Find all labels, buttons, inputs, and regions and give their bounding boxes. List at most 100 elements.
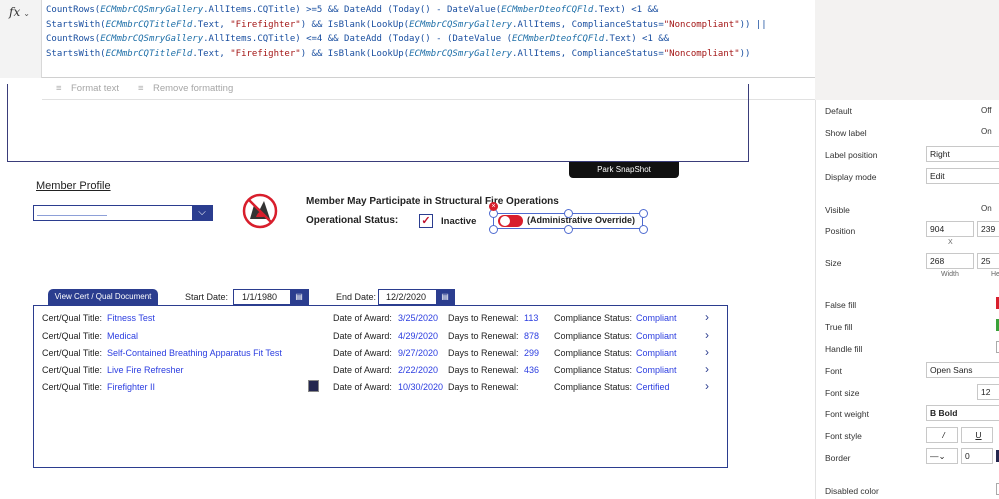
border-line-icon: —⌄ [930,451,946,461]
start-date-picker[interactable]: 1/1/1980 ▤ [233,289,309,305]
date-of-award-label: Date of Award: [333,313,392,323]
formula-token: )) [739,48,751,59]
fx-dropdown[interactable]: fx ⌄ [0,0,42,78]
cert-title-value: Fitness Test [107,313,155,323]
calendar-icon[interactable]: ▤ [290,290,308,304]
formula-token: ECMmbrCQSmryGallery [100,34,204,44]
inactive-label: Inactive [441,216,477,227]
font-weight-value: Bold [938,408,958,418]
inactive-checkbox[interactable]: ✓ [419,214,433,228]
formula-token: .AllItems.CQTitle) <=4 && DateAdd (Today… [203,34,512,44]
formula-token: "Noncompliant" [663,19,740,30]
days-to-renewal-value: 113 [524,313,539,323]
formula-token: "Noncompliant" [663,48,740,59]
toggle-knob [500,216,510,226]
formula-token: "Firefighter" [230,48,301,59]
resize-handle-br[interactable] [639,225,648,234]
font-size-input[interactable]: 12 [977,384,999,400]
formula-token: ECMmberDteofCQFld [512,34,605,44]
compliance-status-value: Certified [636,382,670,392]
x-caption: X [948,239,953,246]
calendar-icon[interactable]: ▤ [436,290,454,304]
chevron-down-icon: ⌄ [23,9,30,18]
cert-title-value: Firefighter II [107,382,156,392]
prop-label-position: Label position [825,150,878,160]
formula-token: .Text, [192,48,231,59]
chevron-right-icon[interactable]: › [705,310,709,324]
display-mode-select[interactable]: Edit [926,168,999,184]
prop-font-weight: Font weight [825,409,869,419]
top-container[interactable] [7,84,749,162]
underline-button[interactable]: U [961,427,993,443]
font-weight-select[interactable]: B Bold [926,405,999,421]
days-to-renewal-label: Days to Renewal: [448,365,519,375]
prop-default-label: Default [825,106,852,116]
admin-override-toggle[interactable] [498,215,523,227]
resize-handle-tr[interactable] [639,209,648,218]
prop-display-mode: Display mode [825,172,877,182]
compliance-status-label: Compliance Status: [554,365,633,375]
delete-control-icon[interactable]: × [489,202,498,211]
table-row[interactable]: Cert/Qual Title: Live Fire Refresher Date … [34,362,727,378]
chevron-right-icon[interactable]: › [705,328,709,342]
cert-title-label: Cert/Qual Title: [42,313,103,323]
height-input[interactable]: 25 [977,253,999,269]
date-of-award-label: Date of Award: [333,382,392,392]
prop-false-fill: False fill [825,300,857,310]
prop-visible-value[interactable]: On [981,204,992,213]
formula-token: ECMmbrCQTitleFld [105,19,193,30]
prop-font-size: Font size [825,388,860,398]
formula-editor[interactable]: CountRows(ECMmbrCQSmryGallery.AllItems.C… [46,3,811,61]
date-of-award-value: 10/30/2020 [398,382,444,392]
width-input[interactable]: 268 [926,253,974,269]
date-of-award-value: 4/29/2020 [398,331,439,341]
formula-token: .Text, [192,19,231,30]
table-row[interactable]: Cert/Qual Title: Self-Contained Breathing… [34,345,727,361]
days-to-renewal-label: Days to Renewal: [448,331,519,341]
formula-token: CountRows( [46,5,101,15]
structural-operations-text: Member May Participate in Structural Fir… [306,196,559,207]
date-of-award-label: Date of Award: [333,331,392,341]
date-of-award-label: Date of Award: [333,348,392,358]
position-x-input[interactable]: 904 [926,221,974,237]
view-cert-document-button[interactable]: View Cert / Qual Document [48,289,158,305]
admin-override-label: (Administrative Override) [527,215,636,225]
chevron-right-icon[interactable]: › [705,362,709,376]
table-row[interactable]: Cert/Qual Title: Firefighter II Date of Aw… [34,379,727,395]
prop-disabled-color: Disabled color [825,486,879,496]
formula-token: ) && IsBlank(LookUp( [300,48,410,59]
compliance-status-label: Compliance Status: [554,382,633,392]
font-select[interactable]: Open Sans [926,362,999,378]
chevron-right-icon[interactable]: › [705,345,709,359]
prop-visible: Visible [825,205,850,215]
border-style-select[interactable]: —⌄ [926,448,958,464]
document-thumbnail-icon[interactable] [308,380,319,392]
date-of-award-value: 2/22/2020 [398,365,439,375]
end-date-picker[interactable]: 12/2/2020 ▤ [378,289,455,305]
prop-show-label-value[interactable]: On [981,127,992,136]
resize-handle-b[interactable] [564,225,573,234]
formula-token: .AllItems.CQTitle) >=5 && DateAdd (Today… [203,5,502,15]
prop-show-label: Show label [825,128,867,138]
formula-token: ECMmbrCQSmryGallery [409,19,513,30]
position-y-input[interactable]: 239 [977,221,999,237]
table-row[interactable]: Cert/Qual Title: Medical Date of Award: 4/2… [34,328,727,344]
compliance-status-value: Compliant [636,348,677,358]
prop-border: Border [825,453,851,463]
table-row[interactable]: Cert/Qual Title: Fitness Test Date of Awar… [34,310,727,326]
start-date-value: 1/1/1980 [242,292,278,302]
resize-handle-t[interactable] [564,209,573,218]
member-dropdown[interactable]: ⌵ [33,205,213,221]
cert-qual-gallery[interactable]: Cert/Qual Title: Fitness Test Date of Awar… [33,305,728,468]
fx-label: fx [9,5,21,19]
chevron-right-icon[interactable]: › [705,379,709,393]
dropdown-value-placeholder [37,215,107,216]
label-position-select[interactable]: Right [926,146,999,162]
park-snapshot-button[interactable]: Park SnapShot [569,162,679,178]
chevron-down-icon[interactable]: ⌵ [192,206,212,220]
border-width-input[interactable]: 0 [961,448,993,464]
italic-button[interactable]: / [926,427,958,443]
resize-handle-bl[interactable] [489,225,498,234]
prop-default-value[interactable]: Off [981,106,992,115]
checkmark-icon: ✓ [421,215,431,227]
